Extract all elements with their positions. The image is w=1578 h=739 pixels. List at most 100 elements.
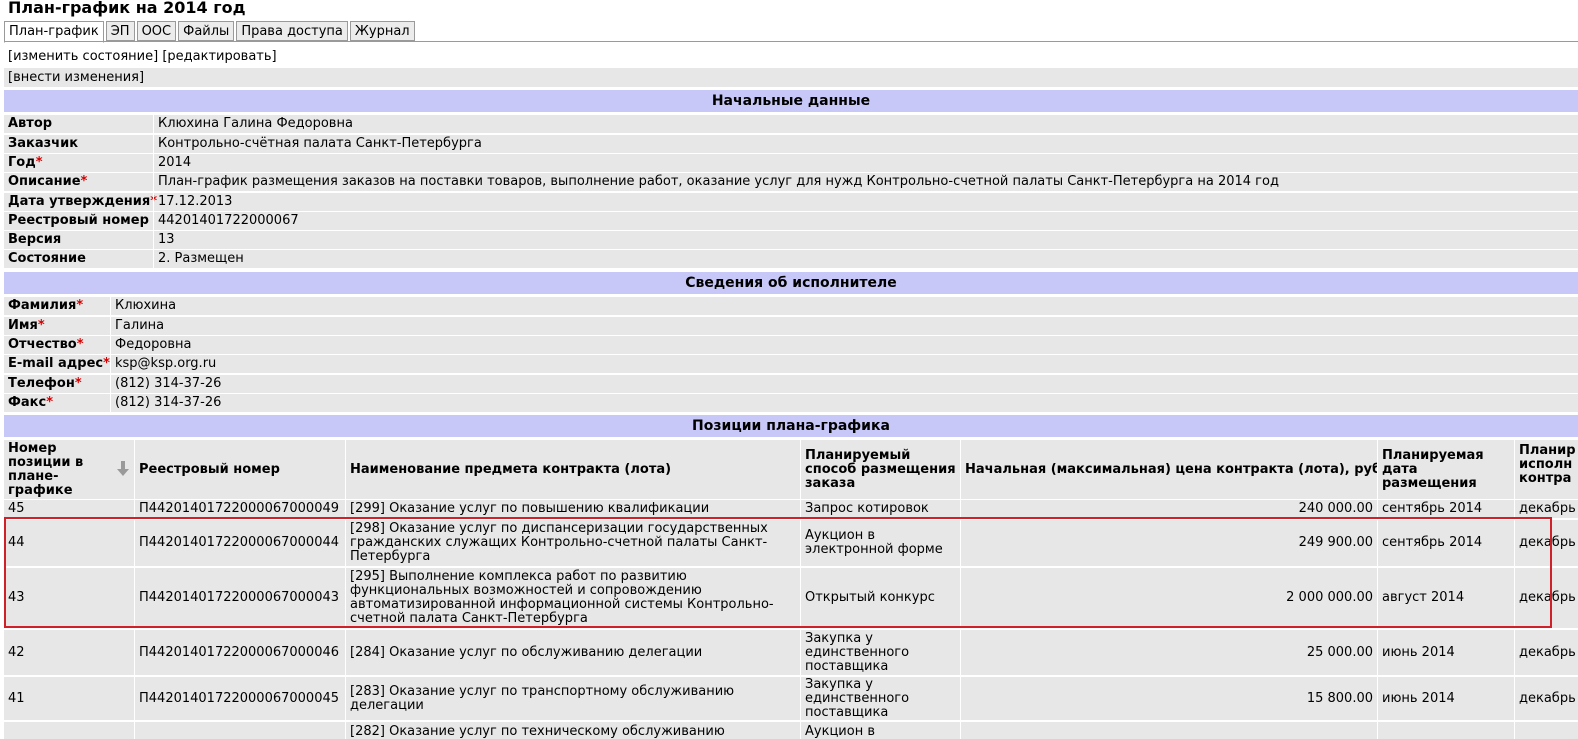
required-marker: * xyxy=(103,356,110,371)
cell-placement-date: сентябрь 2014 xyxy=(1382,535,1483,550)
initial-data-value: 17.12.2013 xyxy=(158,194,233,209)
executor-value: Клюхина xyxy=(115,298,177,313)
field-label-text: Отчество xyxy=(8,337,77,352)
column-divider xyxy=(1514,440,1515,739)
col-header-execution[interactable]: Планир исполн контра xyxy=(1515,440,1578,499)
cell-contract-subject: [282] Оказание услуг по техническому обс… xyxy=(350,724,725,739)
executor-label: Факс* xyxy=(8,394,53,412)
initial-data-row: Автор Клюхина Галина Федоровна xyxy=(4,115,1578,133)
executor-label: Фамилия* xyxy=(8,297,83,315)
table-row[interactable]: 45 П44201401722000067000049 [299] Оказание… xyxy=(4,500,1578,518)
field-divider xyxy=(153,212,154,230)
tab-files[interactable]: Файлы xyxy=(178,21,235,41)
cell-position-number: 45 xyxy=(8,501,25,516)
col-header-max-price[interactable]: Начальная (максимальная) цена контракта … xyxy=(961,440,1377,499)
cell-contract-subject: [298] Оказание услуг по диспансеризации … xyxy=(350,521,768,564)
required-marker: * xyxy=(74,376,82,391)
column-divider xyxy=(345,440,346,739)
cell-registry-number: П44201401722000067000043 xyxy=(139,590,340,605)
cell-placement-date: сентябрь 2014 xyxy=(1382,501,1483,516)
action-bar: [изменить состояние] [редактировать] xyxy=(4,46,1578,67)
action-bar-secondary: [внести изменения] xyxy=(4,68,1578,87)
column-divider xyxy=(134,440,135,739)
cell-max-price: 15 800.00 xyxy=(1306,690,1373,706)
make-changes-link[interactable]: [внести изменения] xyxy=(8,70,144,85)
cell-placement-date: июнь 2014 xyxy=(1382,690,1455,706)
cell-placement-method: Аукцион в электронной форме xyxy=(805,528,943,557)
table-row[interactable]: 41 П44201401722000067000045 [283] Оказание… xyxy=(4,677,1578,720)
cell-position-number xyxy=(4,722,134,739)
executor-row: Имя* Галина xyxy=(4,317,1578,335)
col-header-position-number[interactable]: Номер позиции в плане-графике xyxy=(4,440,134,499)
required-marker: * xyxy=(37,318,45,333)
initial-data-row: Дата утверждения*17.12.2013 xyxy=(4,193,1578,211)
cell-registry-number: П44201401722000067000044 xyxy=(139,535,340,550)
table-row[interactable]: [282] Оказание услуг по техническому обс… xyxy=(4,722,1578,739)
initial-data-label: Автор xyxy=(8,115,52,133)
executor-value: Федоровна xyxy=(115,337,192,352)
initial-data-header: Начальные данные xyxy=(4,90,1578,112)
required-marker: * xyxy=(35,155,43,170)
executor-label: Отчество* xyxy=(8,336,84,354)
field-divider xyxy=(110,355,111,373)
cell-max-price: 2 000 000.00 xyxy=(1286,590,1373,605)
table-row[interactable]: 44 П44201401722000067000044 [298] Оказание… xyxy=(4,520,1578,566)
initial-data-row: Описание* План-график размещения заказов … xyxy=(4,173,1578,191)
executor-header: Сведения об исполнителе xyxy=(4,272,1578,294)
tab-ep[interactable]: ЭП xyxy=(105,21,135,41)
tab-access-rights[interactable]: Права доступа xyxy=(236,21,348,41)
table-header-row: Номер позиции в плане-графике Реестровый… xyxy=(4,440,1578,499)
initial-data-value: 13 xyxy=(158,232,175,247)
executor-value: (812) 314-37-26 xyxy=(115,376,222,391)
field-divider xyxy=(153,173,154,191)
field-label-text: Реестровый номер xyxy=(8,213,149,228)
table-row[interactable]: 42 П44201401722000067000046 [284] Оказание… xyxy=(4,630,1578,675)
change-state-link[interactable]: [изменить состояние] xyxy=(8,49,158,64)
col-header-placement-method[interactable]: Планируемый способ размещения заказа xyxy=(801,440,960,499)
field-label-text: Фамилия xyxy=(8,298,77,313)
cell-placement-date: июнь 2014 xyxy=(1382,644,1455,660)
executor-row: Фамилия* Клюхина xyxy=(4,297,1578,315)
cell-position-number: 44 xyxy=(8,535,25,550)
column-divider xyxy=(960,440,961,739)
cell-max-price: 25 000.00 xyxy=(1306,644,1373,660)
required-marker: * xyxy=(80,174,88,189)
field-divider xyxy=(110,336,111,354)
cell-registry-number: П44201401722000067000045 xyxy=(139,690,340,706)
cell-placement-date xyxy=(1378,722,1514,739)
tab-plan-schedule[interactable]: План-график xyxy=(4,21,104,43)
cell-execution-date: декабрь xyxy=(1519,535,1576,550)
cell-placement-date: август 2014 xyxy=(1382,590,1465,605)
positions-header: Позиции плана-графика xyxy=(4,415,1578,437)
col-header-registry-number[interactable]: Реестровый номер xyxy=(135,440,345,499)
field-divider xyxy=(110,394,111,412)
cell-placement-method: Открытый конкурс xyxy=(805,590,935,605)
field-divider xyxy=(153,135,154,153)
field-label-text: Версия xyxy=(8,232,62,247)
field-label-text: E-mail адрес xyxy=(8,356,104,371)
cell-contract-subject: [284] Оказание услуг по обслуживанию дел… xyxy=(350,644,703,660)
tab-oos[interactable]: ООС xyxy=(136,21,177,41)
initial-data-label: Версия xyxy=(8,231,61,249)
initial-data-row: Состояние 2. Размещен xyxy=(4,250,1578,268)
field-label-text: Дата утверждения xyxy=(8,194,151,209)
tab-bar: План-график ЭП ООС Файлы Права доступа Ж… xyxy=(4,21,415,43)
field-label-text: Описание xyxy=(8,174,81,189)
sort-down-arrow-icon[interactable] xyxy=(117,461,129,477)
cell-max-price: 249 900.00 xyxy=(1298,535,1373,550)
executor-value: ksp@ksp.org.ru xyxy=(115,356,217,371)
edit-link[interactable]: [редактировать] xyxy=(162,49,276,64)
col-header-placement-date[interactable]: Планируемая дата размещения xyxy=(1378,440,1514,499)
cell-contract-subject: [295] Выполнение комплекса работ по разв… xyxy=(350,569,774,626)
field-divider xyxy=(153,250,154,268)
cell-execution-date: декабрь xyxy=(1519,690,1576,706)
tab-journal[interactable]: Журнал xyxy=(349,21,415,41)
table-row[interactable]: 43 П44201401722000067000043 [295] Выполнен… xyxy=(4,568,1578,628)
initial-data-label: Заказчик xyxy=(8,135,78,153)
initial-data-value: Клюхина Галина Федоровна xyxy=(158,116,353,131)
page-title: План-график на 2014 год xyxy=(8,0,246,17)
cell-execution-date xyxy=(1515,722,1578,739)
cell-registry-number: П44201401722000067000049 xyxy=(139,501,340,516)
executor-row: E-mail адрес* ksp@ksp.org.ru xyxy=(4,355,1578,373)
col-header-contract-subject[interactable]: Наименование предмета контракта (лота) xyxy=(346,440,800,499)
